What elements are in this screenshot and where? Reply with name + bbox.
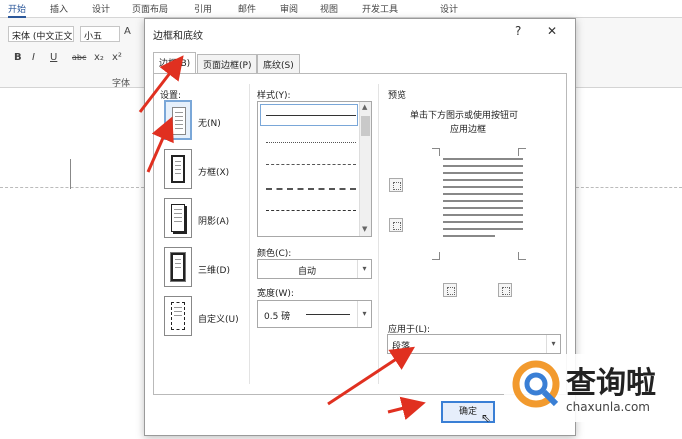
ribbon-tab-bar: 开始 插入 设计 页面布局 引用 邮件 审阅 视图 开发工具 设计 [0,0,682,18]
corner-mark [518,252,526,260]
tab-shading[interactable]: 底纹(S) [257,54,300,73]
tab-references[interactable]: 引用 [194,2,212,15]
corner-mark [432,148,440,156]
tab-view[interactable]: 视图 [320,2,338,15]
color-select[interactable]: 自动 ▾ [257,259,372,279]
magnifier-logo-icon [512,360,560,408]
column-divider [249,84,250,384]
setting-none-label[interactable]: 无(N) [198,116,221,129]
table-border-line [70,159,71,189]
style-dash-line[interactable] [266,188,356,190]
tab-insert[interactable]: 插入 [50,2,68,15]
setting-3d-label[interactable]: 三维(D) [198,263,230,276]
strikethrough-button[interactable]: abc [72,53,86,62]
color-value: 自动 [298,267,317,277]
tab-table-design[interactable]: 设计 [440,2,458,15]
style-label: 样式(Y): [257,91,291,101]
preview-hint-2: 应用边框 [450,125,487,135]
tab-developer[interactable]: 开发工具 [362,2,398,15]
chevron-down-icon[interactable]: ▾ [357,301,371,327]
grow-font-button[interactable]: A [124,26,131,37]
style-small-dash-line[interactable] [266,164,356,165]
style-solid-line[interactable] [266,115,356,116]
setting-3d-icon[interactable] [164,247,192,287]
right-border-icon[interactable] [498,283,512,297]
setting-shadow-label[interactable]: 阴影(A) [198,214,229,227]
bold-button[interactable]: B [14,52,22,63]
corner-mark [518,148,526,156]
borders-tab-panel: 设置: 无(N) 方框(X) 阴影(A) 三维(D) 自定义(U) 样式(Y):… [153,73,567,395]
scrollbar-thumb[interactable] [361,116,370,136]
font-name-box[interactable]: 宋体 (中文正文 [8,26,74,42]
scroll-up-icon[interactable]: ▲ [362,103,367,111]
close-button[interactable]: ✕ [547,24,557,38]
width-value: 0.5 磅 [264,312,291,322]
style-dotted-line[interactable] [266,142,356,143]
chevron-down-icon[interactable]: ▾ [546,335,560,353]
width-select[interactable]: 0.5 磅 ▾ [257,300,372,328]
column-divider-2 [378,84,379,384]
preview-hint-1: 单击下方图示或使用按钮可 [410,111,519,121]
style-scrollbar[interactable]: ▲ ▼ [359,102,371,236]
top-border-icon[interactable] [389,178,403,192]
width-line-sample [306,314,350,315]
paragraph-guide-right [576,187,682,188]
width-label: 宽度(W): [257,289,294,299]
help-button[interactable]: ? [515,24,521,38]
preview-page[interactable] [443,158,523,250]
setting-box-icon[interactable] [164,149,192,189]
subscript-button[interactable]: x₂ [94,52,104,63]
superscript-button[interactable]: x² [112,52,122,63]
dialog-title: 边框和底纹 [153,31,203,42]
corner-mark [432,252,440,260]
tab-home[interactable]: 开始 [8,2,27,18]
chevron-down-icon[interactable]: ▾ [357,260,371,278]
style-list[interactable]: ▲ ▼ [257,101,372,237]
tab-page-layout[interactable]: 页面布局 [132,2,168,15]
watermark-name: 查询啦 [566,366,656,401]
watermark-url: chaxunla.com [566,400,650,414]
setting-none-icon[interactable] [164,100,192,140]
tab-review[interactable]: 审阅 [280,2,298,15]
tab-mailings[interactable]: 邮件 [238,2,256,15]
font-group-label: 字体 [112,79,131,89]
apply-to-select[interactable]: 段落 ▾ [387,334,561,354]
paragraph-guide [0,187,144,188]
setting-shadow-icon[interactable] [164,198,192,238]
tab-page-borders[interactable]: 页面边框(P) [197,54,258,73]
underline-button[interactable]: U [50,52,57,63]
inside-horizontal-border-icon[interactable] [389,218,403,232]
setting-custom-label[interactable]: 自定义(U) [198,312,239,325]
tab-borders[interactable]: 边框(B) [153,52,197,73]
watermark-logo: 查询啦 chaxunla.com [504,354,674,422]
font-size-box[interactable]: 小五 [80,26,120,42]
cursor-icon: ⇖ [481,411,492,425]
italic-button[interactable]: I [32,52,35,63]
setting-box-label[interactable]: 方框(X) [198,165,229,178]
tab-design[interactable]: 设计 [92,2,110,15]
scroll-down-icon[interactable]: ▼ [362,225,367,233]
preview-label: 预览 [388,91,407,101]
style-dash-dot-line[interactable] [266,210,356,211]
apply-to-value: 段落 [392,342,411,352]
setting-custom-icon[interactable] [164,296,192,336]
color-label: 颜色(C): [257,249,292,259]
left-border-icon[interactable] [443,283,457,297]
